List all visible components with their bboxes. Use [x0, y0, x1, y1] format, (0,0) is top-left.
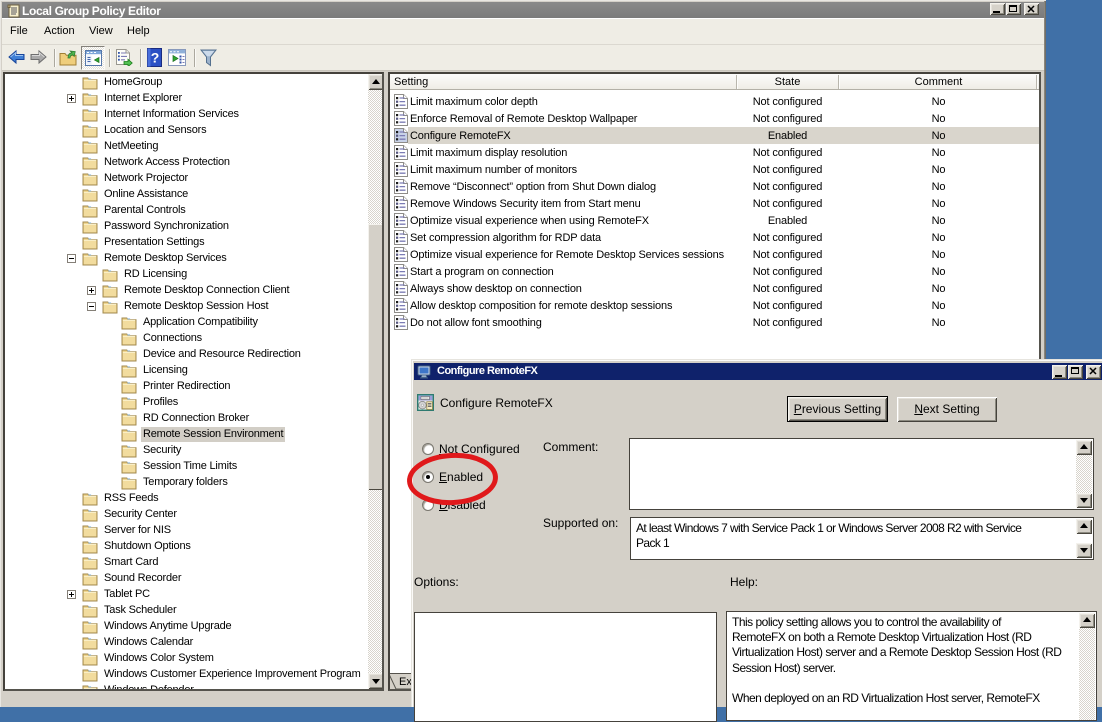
svg-text:?: ? — [151, 50, 160, 66]
